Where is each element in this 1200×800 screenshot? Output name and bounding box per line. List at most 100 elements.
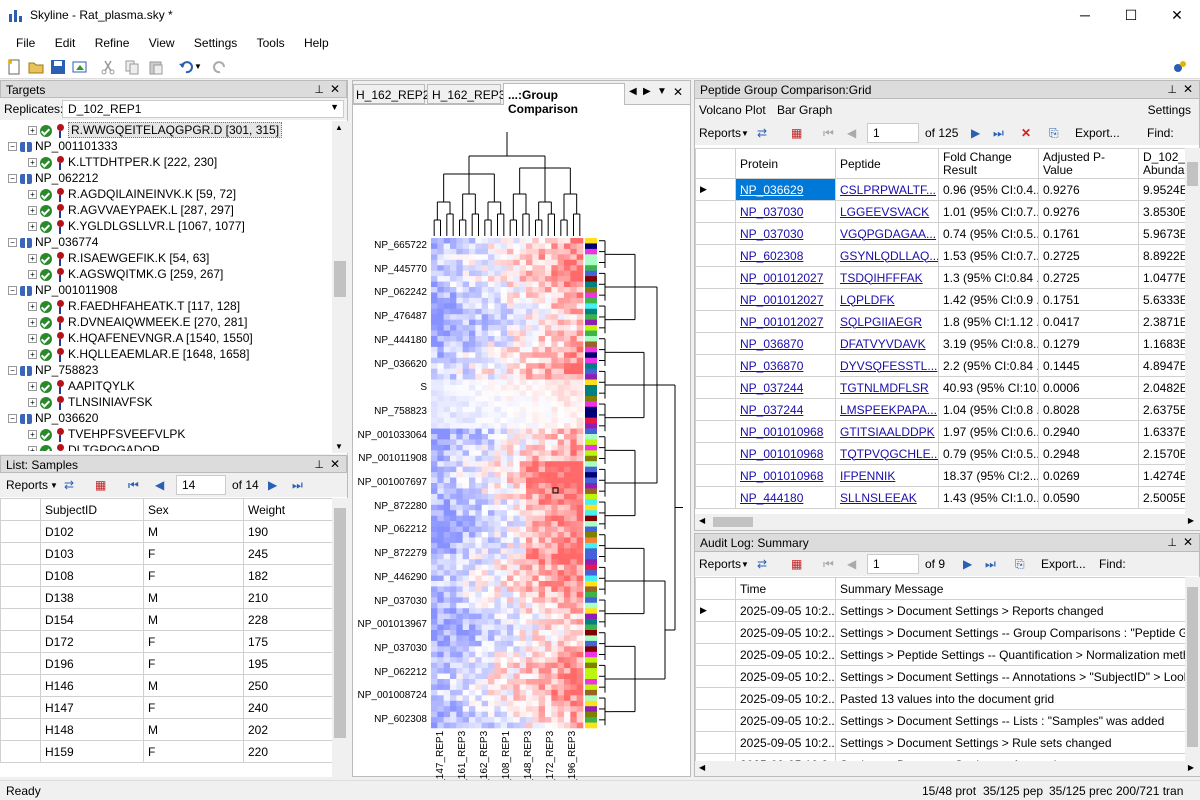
tree-peptide-node[interactable]: + R.DVNEAIQWMEEK.E [270, 281] (28, 315, 247, 331)
row-header[interactable] (695, 354, 736, 377)
columns-icon[interactable]: ⇄ (757, 126, 767, 140)
table-cell[interactable]: 1.8 (95% CI:1.12 ... (938, 310, 1039, 333)
column-header[interactable]: D_102_I Abundan (1138, 148, 1185, 179)
row-header[interactable]: ▶ (695, 178, 736, 201)
export-icon[interactable]: ⎘ (1015, 557, 1025, 572)
peptide-link[interactable]: CSLPRPWALTF... (840, 183, 936, 197)
table-row[interactable]: D138 M 210 (0, 586, 333, 609)
peptide-link[interactable]: LMSPEEKPAPA... (840, 403, 937, 417)
column-header[interactable]: Time (735, 577, 836, 600)
audit-vscrollbar[interactable] (1185, 577, 1200, 761)
copy-icon[interactable] (124, 59, 140, 75)
table-cell[interactable]: 0.1279 (1038, 332, 1139, 355)
first-record-icon[interactable]: ⏮ (128, 478, 139, 493)
maximize-button[interactable]: ☐ (1108, 0, 1154, 31)
menu-refine[interactable]: Refine (87, 32, 138, 54)
table-row[interactable]: 2025-09-05 10:2... Pasted 13 values into … (695, 687, 1185, 710)
row-header[interactable] (695, 376, 736, 399)
table-row[interactable]: NP_037244 LMSPEEKPAPA... 1.04 (95% CI:0.8 … (695, 398, 1185, 421)
table-cell[interactable]: H147 (40, 696, 144, 719)
peptide-link[interactable]: GTITSIAALDDPK (840, 425, 935, 439)
table-cell[interactable]: 0.2948 (1038, 442, 1139, 465)
table-row[interactable]: NP_036870 DYVSQFESSTL... 2.2 (95% CI:0.84 … (695, 354, 1185, 377)
minimize-button[interactable]: ─ (1062, 0, 1108, 31)
table-row[interactable]: D172 F 175 (0, 630, 333, 653)
peptide-link[interactable]: TSDQIHFFFAK (840, 271, 923, 285)
close-button[interactable]: ✕ (1154, 0, 1200, 31)
table-cell[interactable]: 0.0006 (1038, 376, 1139, 399)
row-header[interactable] (0, 520, 41, 543)
tree-peptide-node[interactable]: + TVEHPFSVEEFVLPK (28, 427, 185, 443)
table-row[interactable]: 2025-09-05 10:2...Settings > Document Se… (695, 753, 1185, 761)
table-cell[interactable]: 2.5005E- (1138, 486, 1185, 509)
tree-peptide-node[interactable]: + AAPITQYLK (28, 379, 135, 395)
table-cell[interactable]: 0.1751 (1038, 288, 1139, 311)
table-cell[interactable]: 0.8028 (1038, 398, 1139, 421)
tab-list-icon[interactable]: ▼ (657, 86, 667, 97)
column-header[interactable]: Weight (243, 498, 333, 521)
pin-icon[interactable]: ⊥ (1167, 536, 1177, 549)
settings-button[interactable]: Settings (1148, 103, 1191, 117)
cut-icon[interactable] (100, 59, 116, 75)
samples-scrollbar[interactable] (332, 498, 348, 777)
tree-peptide-node[interactable]: + R.WWGQEITELAQGPGR.D [301, 315] (28, 122, 283, 139)
table-cell[interactable]: F (143, 652, 244, 675)
expand-toggle-icon[interactable]: + (28, 318, 37, 328)
table-row[interactable]: 2025-09-05 10:2...Settings > Document Se… (695, 709, 1185, 732)
row-header[interactable] (0, 696, 41, 719)
paste-icon[interactable] (148, 59, 164, 75)
table-cell[interactable]: NP_001012027 (735, 266, 836, 289)
tree-peptide-node[interactable]: + R.AGDQILAINEINVK.K [59, 72] (28, 187, 236, 203)
peptide-link[interactable]: VGQPGDAGAA... (840, 227, 936, 241)
table-cell[interactable]: H148 (40, 718, 144, 741)
table-row[interactable]: H146 M 250 (0, 674, 333, 697)
expand-toggle-icon[interactable]: + (28, 334, 37, 344)
pin-icon[interactable]: ⊥ (314, 458, 324, 471)
table-cell[interactable]: F (143, 740, 244, 763)
table-cell[interactable]: M (143, 520, 244, 543)
table-row[interactable]: H148 M 202 (0, 718, 333, 741)
columns-icon[interactable]: ⇄ (757, 557, 767, 571)
close-icon[interactable]: ✕ (1183, 535, 1193, 549)
table-cell[interactable]: 250 (243, 674, 333, 697)
table-cell[interactable]: Settings > Document Settings -- Lists : … (835, 709, 1185, 732)
table-cell[interactable]: 2025-09-05 10:2... (735, 731, 836, 754)
table-cell[interactable]: M (143, 608, 244, 631)
row-header[interactable] (695, 244, 736, 267)
row-header[interactable] (0, 630, 41, 653)
table-cell[interactable]: NP_036629 (735, 178, 836, 201)
peptide-link[interactable]: TQTPVQGCHLE... (840, 447, 938, 461)
table-row[interactable]: NP_036870 DFATVYVDAVK 3.19 (95% CI:0.8... 0… (695, 332, 1185, 355)
table-cell[interactable]: D108 (40, 564, 144, 587)
expand-toggle-icon[interactable]: − (8, 286, 17, 296)
protein-link[interactable]: NP_037030 (740, 227, 803, 241)
table-cell[interactable]: 175 (243, 630, 333, 653)
table-row[interactable]: NP_037030 VGQPGDAGAA... 0.74 (95% CI:0.5..… (695, 222, 1185, 245)
peptide-link[interactable]: GSYNLQDLLAQ... (840, 249, 938, 263)
table-cell[interactable]: IFPENNIK (835, 464, 939, 487)
tree-peptide-node[interactable]: + K.LTTDHTPER.K [222, 230] (28, 155, 217, 171)
table-cell[interactable]: 202 (243, 718, 333, 741)
redo-icon[interactable] (212, 59, 228, 75)
menu-help[interactable]: Help (296, 32, 337, 54)
table-cell[interactable]: NP_036870 (735, 354, 836, 377)
protein-link[interactable]: NP_001012027 (740, 315, 823, 329)
table-cell[interactable]: NP_001012027 (735, 288, 836, 311)
peptide-link[interactable]: DYVSQFESSTL... (840, 359, 937, 373)
table-cell[interactable]: Settings > Document Settings -- Group Co… (835, 621, 1185, 644)
export-button[interactable]: Export... (1075, 126, 1120, 140)
tree-peptide-node[interactable]: + R.AGVVAEYPAEK.L [287, 297] (28, 203, 234, 219)
table-cell[interactable]: Settings > Document Settings -- Annotati… (835, 753, 1185, 761)
reports-dropdown[interactable]: Reports (6, 478, 48, 492)
table-cell[interactable]: 0.0417 (1038, 310, 1139, 333)
undo-icon[interactable] (178, 59, 194, 75)
last-record-icon[interactable]: ⏭ (985, 557, 996, 572)
table-cell[interactable]: 245 (243, 542, 333, 565)
first-record-icon[interactable]: ⏮ (823, 557, 834, 572)
expand-toggle-icon[interactable]: + (28, 350, 37, 360)
table-row[interactable]: 2025-09-05 10:2...Settings > Document Se… (695, 731, 1185, 754)
table-cell[interactable]: 8.8922E- (1138, 244, 1185, 267)
table-cell[interactable]: NP_037030 (735, 200, 836, 223)
table-cell[interactable]: Settings > Document Settings > Reports c… (835, 599, 1185, 622)
account-icon[interactable] (1172, 59, 1188, 75)
